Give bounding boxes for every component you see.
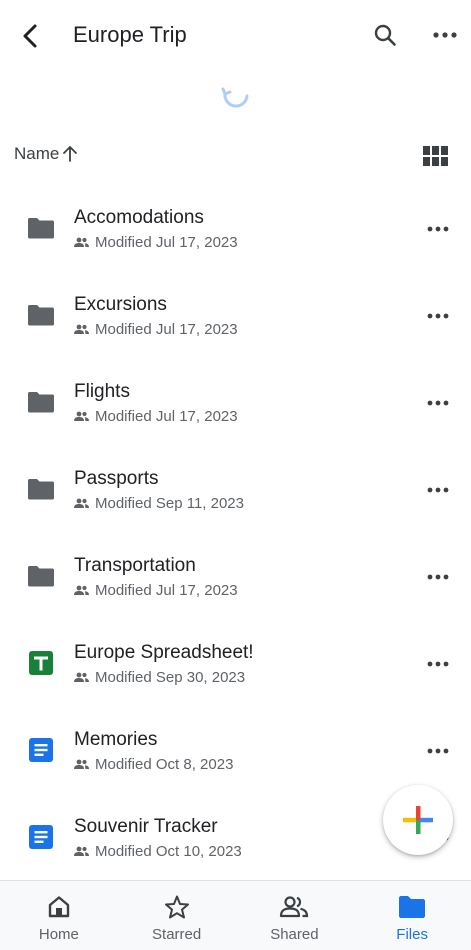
file-meta: Modified Jul 17, 2023 (74, 234, 238, 251)
folder-icon (28, 566, 54, 587)
file-row[interactable]: Flights Modified Jul 17, 2023 (0, 359, 471, 446)
shared-people-icon (74, 237, 89, 247)
file-more-button[interactable] (420, 563, 456, 591)
more-horiz-icon (433, 32, 457, 38)
shared-people-icon (74, 672, 89, 682)
folder-icon (28, 305, 54, 326)
nav-shared-label: Shared (270, 926, 319, 943)
google-sheets-icon (29, 651, 53, 675)
nav-starred[interactable]: Starred (118, 881, 236, 950)
file-more-button[interactable] (420, 389, 456, 417)
file-name: Excursions (74, 294, 167, 315)
file-type-icon (24, 736, 58, 764)
file-row[interactable]: Memories Modified Oct 8, 2023 (0, 707, 471, 794)
shared-people-icon (74, 411, 89, 421)
file-modified: Modified Sep 11, 2023 (95, 495, 244, 512)
file-type-icon (24, 214, 58, 242)
new-button[interactable] (383, 785, 453, 855)
file-meta: Modified Sep 11, 2023 (74, 495, 244, 512)
file-name: Flights (74, 381, 130, 402)
refresh-spinner-icon (221, 87, 249, 108)
sort-by-name-button[interactable]: Name (14, 144, 78, 164)
plus-icon (403, 806, 433, 834)
file-name: Europe Spreadsheet! (74, 642, 254, 663)
nav-files-label: Files (396, 926, 428, 943)
star-icon (164, 895, 189, 919)
file-name: Souvenir Tracker (74, 816, 218, 837)
file-meta: Modified Jul 17, 2023 (74, 321, 238, 338)
file-more-button[interactable] (420, 215, 456, 243)
app-bar: Europe Trip (0, 0, 471, 72)
search-button[interactable] (369, 19, 401, 51)
folder-icon (399, 896, 426, 918)
file-type-icon (24, 301, 58, 329)
folder-icon (28, 218, 54, 239)
file-more-button[interactable] (420, 476, 456, 504)
file-row[interactable]: Europe Spreadsheet! Modified Sep 30, 2023 (0, 620, 471, 707)
file-meta: Modified Oct 8, 2023 (74, 756, 233, 773)
file-modified: Modified Oct 8, 2023 (95, 756, 234, 773)
nav-files[interactable]: Files (353, 881, 471, 950)
file-modified: Modified Sep 30, 2023 (95, 669, 246, 686)
search-icon (374, 24, 396, 46)
more-horiz-icon (427, 661, 449, 667)
page-title: Europe Trip (73, 22, 187, 47)
more-horiz-icon (427, 574, 449, 580)
file-more-button[interactable] (420, 302, 456, 330)
file-more-button[interactable] (420, 737, 456, 765)
more-horiz-icon (427, 313, 449, 319)
file-name: Transportation (74, 555, 196, 576)
shared-people-icon (74, 498, 89, 508)
file-row[interactable]: Passports Modified Sep 11, 2023 (0, 446, 471, 533)
file-type-icon (24, 823, 58, 851)
home-icon (48, 896, 70, 918)
more-horiz-icon (427, 487, 449, 493)
file-modified: Modified Jul 17, 2023 (95, 582, 238, 599)
file-name: Passports (74, 468, 159, 489)
file-type-icon (24, 562, 58, 590)
more-options-button[interactable] (428, 19, 462, 51)
arrow-up-icon (63, 146, 78, 162)
file-row[interactable]: Transportation Modified Jul 17, 2023 (0, 533, 471, 620)
file-modified: Modified Jul 17, 2023 (95, 234, 238, 251)
more-horiz-icon (427, 748, 449, 754)
google-docs-icon (29, 825, 53, 849)
arrow-back-icon (23, 24, 37, 48)
file-type-icon (24, 649, 58, 677)
shared-people-icon (74, 324, 89, 334)
back-button[interactable] (14, 18, 46, 54)
more-horiz-icon (427, 400, 449, 406)
sort-bar: Name (0, 136, 471, 176)
nav-home-label: Home (38, 926, 79, 943)
nav-shared[interactable]: Shared (236, 881, 354, 950)
shared-people-icon (74, 846, 89, 856)
file-modified: Modified Jul 17, 2023 (95, 321, 238, 338)
sort-label: Name (14, 144, 60, 163)
folder-icon (28, 479, 54, 500)
nav-starred-label: Starred (152, 926, 202, 943)
file-meta: Modified Oct 10, 2023 (74, 843, 242, 860)
file-meta: Modified Jul 17, 2023 (74, 582, 238, 599)
file-name: Memories (74, 729, 158, 750)
file-row[interactable]: Excursions Modified Jul 17, 2023 (0, 272, 471, 359)
google-docs-icon (29, 738, 53, 762)
file-modified: Modified Oct 10, 2023 (95, 843, 242, 860)
file-list: Accomodations Modified Jul 17, 2023 Excurs… (0, 185, 471, 881)
nav-home[interactable]: Home (0, 881, 118, 950)
file-type-icon (24, 475, 58, 503)
file-more-button[interactable] (420, 650, 456, 678)
file-row[interactable]: Accomodations Modified Jul 17, 2023 (0, 185, 471, 272)
people-icon (280, 896, 309, 918)
file-name: Accomodations (74, 207, 204, 228)
bottom-navigation: Home Starred Shared Files (0, 880, 471, 950)
file-modified: Modified Jul 17, 2023 (95, 408, 238, 425)
grid-view-icon[interactable] (422, 144, 448, 168)
file-type-icon (24, 388, 58, 416)
shared-people-icon (74, 585, 89, 595)
file-meta: Modified Jul 17, 2023 (74, 408, 238, 425)
more-horiz-icon (427, 226, 449, 232)
file-meta: Modified Sep 30, 2023 (74, 669, 245, 686)
folder-icon (28, 392, 54, 413)
shared-people-icon (74, 759, 89, 769)
